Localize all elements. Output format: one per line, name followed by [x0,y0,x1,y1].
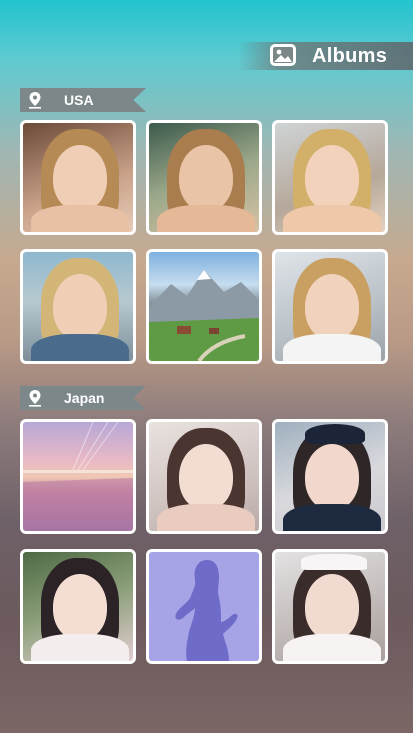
photo-body [31,334,129,361]
photo-face [179,145,233,211]
photo-tile[interactable] [272,249,388,364]
photo-face [53,274,107,340]
photo-body [157,205,255,232]
photo-face [305,145,359,211]
photo-body [31,205,129,232]
photo-tile[interactable] [272,120,388,235]
gallery-icon [270,44,296,66]
photo-body [31,634,129,661]
photo-face [179,444,233,510]
sunset-sea-image [23,422,133,531]
locked-photo-tile[interactable] [146,549,262,664]
location-pin-icon [29,390,41,407]
police-cap [305,424,365,444]
albums-header: Albums [238,42,413,70]
photo-tile[interactable] [272,419,388,534]
photo-tile[interactable] [20,549,136,664]
photo-body [283,634,381,661]
photo-tile[interactable] [146,120,262,235]
photo-face [305,444,359,510]
photo-tile[interactable] [20,249,136,364]
photo-tile[interactable] [20,419,136,534]
photo-face [305,274,359,340]
photo-body [283,504,381,531]
section-label: Japan [64,390,105,406]
nurse-cap [301,554,367,570]
photo-tile[interactable] [146,419,262,534]
photo-body [283,334,381,361]
photo-body [157,504,255,531]
photo-face [53,145,107,211]
section-tag-usa: USA [20,88,146,112]
mountain-landscape-image [149,270,259,361]
section-label: USA [64,92,94,108]
photo-tile[interactable] [146,249,262,364]
photo-face [53,574,107,640]
section-tag-japan: Japan [20,386,146,410]
photo-tile[interactable] [20,120,136,235]
photo-body [283,205,381,232]
photo-face [305,574,359,640]
page-title: Albums [312,45,388,67]
location-pin-icon [29,92,41,109]
silhouette-icon [175,560,238,661]
photo-tile[interactable] [272,549,388,664]
